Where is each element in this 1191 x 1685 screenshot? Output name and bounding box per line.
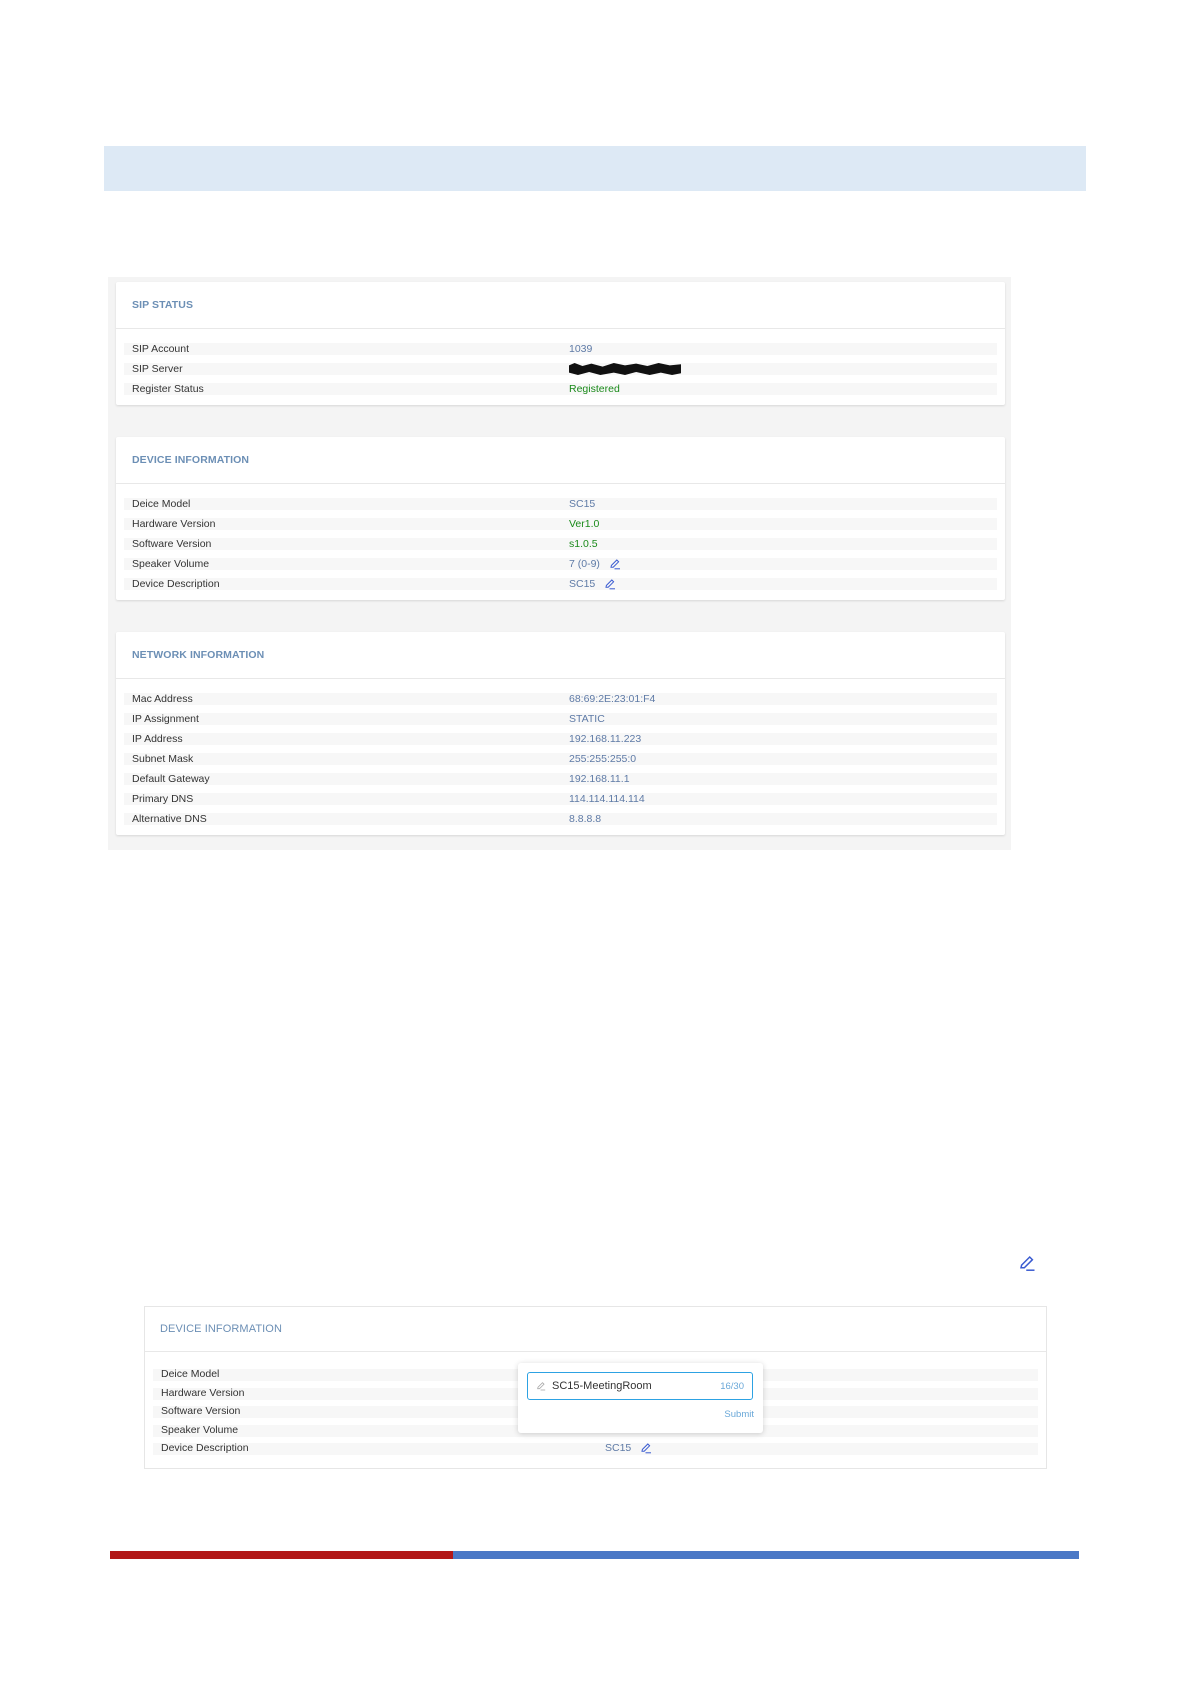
device-model-row: Deice Model SC15: [124, 494, 997, 514]
edit-pencil-icon[interactable]: [609, 558, 621, 570]
software-version-value: s1.0.5: [569, 538, 598, 550]
alternative-dns-row: Alternative DNS 8.8.8.8: [124, 809, 997, 829]
network-info-title: NETWORK INFORMATION: [132, 649, 265, 661]
edit-pencil-icon[interactable]: [604, 578, 616, 590]
header-band: [104, 146, 1086, 191]
device-description-row: Device Description SC15: [124, 574, 997, 594]
device-description-row: Device Description SC15: [153, 1439, 1038, 1458]
row-label: Hardware Version: [132, 518, 216, 530]
row-value: 8.8.8.8: [569, 813, 602, 825]
sip-account-value: 1039: [569, 343, 593, 355]
device-info-title: DEVICE INFORMATION: [132, 454, 250, 466]
hardware-version-value: Ver1.0: [569, 518, 600, 530]
redaction-mark: [569, 363, 681, 375]
ip-assignment-row: IP Assignment STATIC: [124, 709, 997, 729]
sip-server-value: [569, 363, 681, 375]
edit-pencil-icon: [1018, 1254, 1036, 1272]
character-counter: 16/30: [720, 1380, 744, 1392]
ip-address-row: IP Address 192.168.11.223: [124, 729, 997, 749]
row-label: Speaker Volume: [132, 558, 210, 570]
device-description-value: SC15: [569, 578, 596, 590]
software-version-row: Software Version s1.0.5: [124, 534, 997, 554]
device-info-title: DEVICE INFORMATION: [160, 1323, 282, 1335]
row-label: IP Assignment: [132, 713, 199, 725]
hardware-version-row: Hardware Version Ver1.0: [124, 514, 997, 534]
submit-button[interactable]: Submit: [724, 1409, 754, 1420]
sip-status-card: SIP STATUS SIP Account 1039 SIP Server R…: [116, 282, 1005, 405]
device-info-card: DEVICE INFORMATION Deice Model SC15 Hard…: [116, 437, 1005, 600]
row-value: 192.168.11.1: [569, 773, 630, 785]
primary-dns-row: Primary DNS 114.114.114.114: [124, 789, 997, 809]
row-label: Default Gateway: [132, 773, 210, 785]
subnet-mask-row: Subnet Mask 255:255:255:0: [124, 749, 997, 769]
row-label: Device Description: [161, 1442, 249, 1455]
edit-description-screenshot: DEVICE INFORMATION Deice Model Hardware …: [144, 1306, 1047, 1469]
register-status-value: Registered: [569, 383, 620, 395]
row-value: 255:255:255:0: [569, 753, 637, 765]
row-label: Alternative DNS: [132, 813, 207, 825]
speaker-volume-row: Speaker Volume 7 (0-9): [124, 554, 997, 574]
edit-description-popover: SC15-MeetingRoom 16/30 Submit: [518, 1363, 763, 1433]
row-label: Primary DNS: [132, 793, 194, 805]
edit-pencil-icon[interactable]: [640, 1442, 652, 1454]
speaker-volume-value: 7 (0-9): [569, 558, 600, 570]
description-input-value: SC15-MeetingRoom: [552, 1380, 652, 1392]
footer-bar-red: [110, 1551, 453, 1559]
row-value: 192.168.11.223: [569, 733, 642, 745]
row-label: Mac Address: [132, 693, 193, 705]
device-description-cell: SC15: [605, 1442, 652, 1454]
edit-pencil-icon: [537, 1382, 546, 1391]
row-label: Device Description: [132, 578, 220, 590]
status-screenshot: SIP STATUS SIP Account 1039 SIP Server R…: [108, 277, 1011, 850]
default-gateway-row: Default Gateway 192.168.11.1: [124, 769, 997, 789]
device-description-value: SC15: [605, 1442, 632, 1455]
row-label: Register Status: [132, 383, 204, 395]
row-label: SIP Account: [132, 343, 190, 355]
sip-server-row: SIP Server: [124, 359, 997, 379]
description-input[interactable]: SC15-MeetingRoom 16/30: [527, 1372, 753, 1400]
network-info-card: NETWORK INFORMATION Mac Address 68:69:2E…: [116, 632, 1005, 835]
row-label: Software Version: [132, 538, 212, 550]
speaker-volume-cell: 7 (0-9): [569, 558, 621, 570]
row-label: SIP Server: [132, 363, 183, 375]
sip-status-title: SIP STATUS: [132, 299, 194, 311]
device-description-cell: SC15: [569, 578, 616, 590]
register-status-row: Register Status Registered: [124, 379, 997, 399]
row-value: 68:69:2E:23:01:F4: [569, 693, 656, 705]
mac-address-row: Mac Address 68:69:2E:23:01:F4: [124, 689, 997, 709]
row-label: Subnet Mask: [132, 753, 194, 765]
row-value: STATIC: [569, 713, 605, 725]
footer-bar-blue: [453, 1551, 1079, 1559]
row-label: IP Address: [132, 733, 183, 745]
device-model-value: SC15: [569, 498, 596, 510]
sip-account-row: SIP Account 1039: [124, 339, 997, 359]
row-label: Deice Model: [132, 498, 191, 510]
row-value: 114.114.114.114: [569, 793, 645, 805]
